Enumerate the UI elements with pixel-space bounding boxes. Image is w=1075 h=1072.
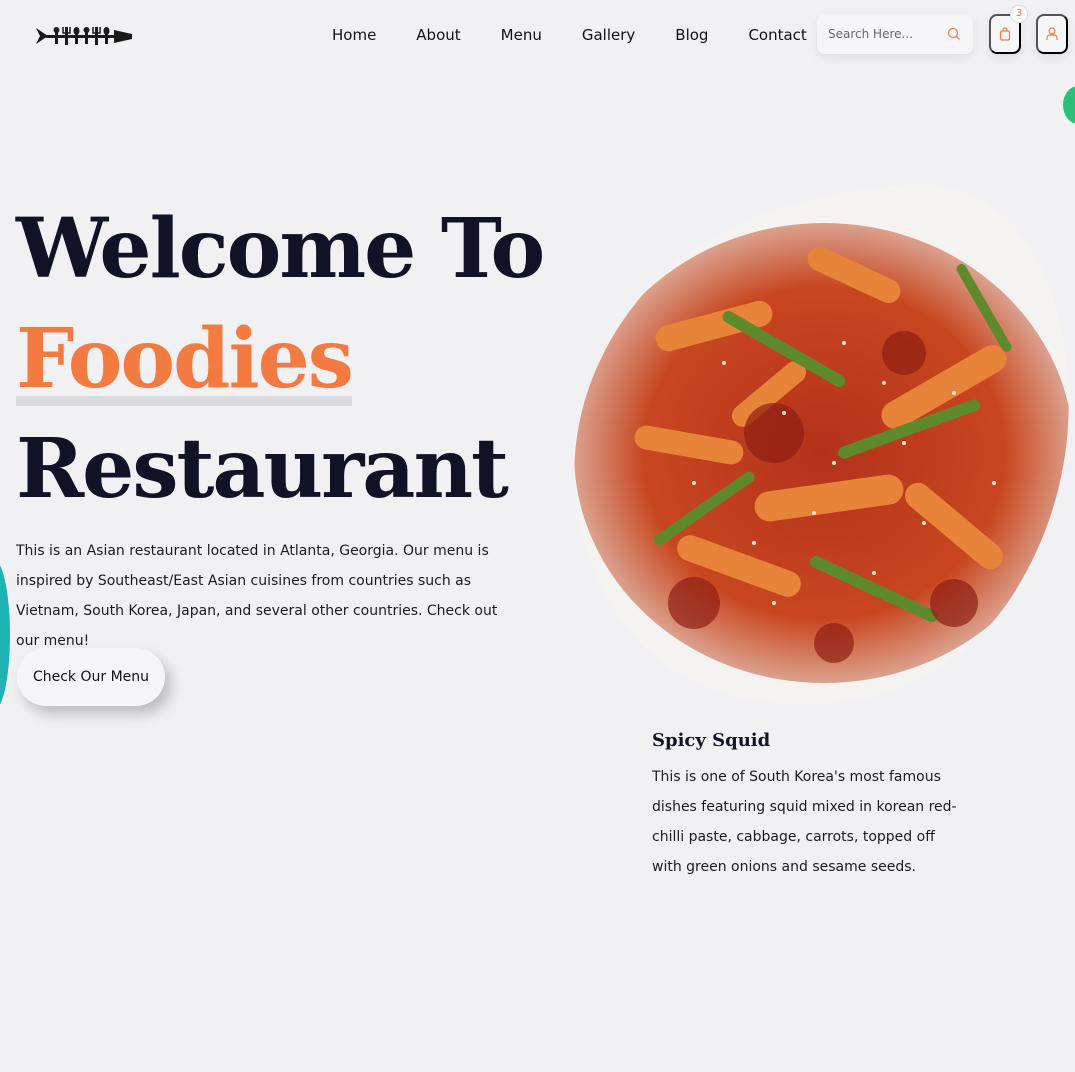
dish-title: Spicy Squid [652, 730, 771, 751]
main-nav: Home About Menu Gallery Blog Contact [332, 24, 807, 46]
search-box [817, 14, 973, 54]
search-icon[interactable] [947, 27, 961, 41]
nav-blog[interactable]: Blog [675, 24, 708, 46]
hero-title-line-3: Restaurant [16, 421, 509, 517]
fish-utensils-logo[interactable] [34, 22, 134, 50]
shopping-bag-icon [999, 27, 1011, 41]
nav-home[interactable]: Home [332, 24, 376, 46]
cart-count-badge: 3 [1010, 5, 1028, 23]
site-header: Home About Menu Gallery Blog Contact 3 [0, 0, 1075, 70]
decorative-blob [1063, 86, 1075, 124]
nav-menu[interactable]: Menu [501, 24, 542, 46]
user-icon [1046, 27, 1058, 40]
nav-contact[interactable]: Contact [748, 24, 806, 46]
check-menu-button[interactable]: Check Our Menu [17, 648, 165, 706]
user-button[interactable] [1036, 14, 1068, 54]
spicy-squid-image [574, 184, 1069, 705]
hero-title: Welcome To Foodies Restaurant [16, 194, 545, 524]
dish-description: This is one of South Korea's most famous… [652, 769, 957, 875]
hero-description: This is an Asian restaurant located in A… [16, 543, 498, 649]
search-input[interactable] [828, 27, 940, 41]
hero-title-line-1: Welcome To [16, 201, 545, 297]
decorative-blob [0, 560, 10, 710]
nav-about[interactable]: About [416, 24, 460, 46]
hero-title-accent: Foodies [16, 304, 354, 414]
nav-gallery[interactable]: Gallery [582, 24, 635, 46]
